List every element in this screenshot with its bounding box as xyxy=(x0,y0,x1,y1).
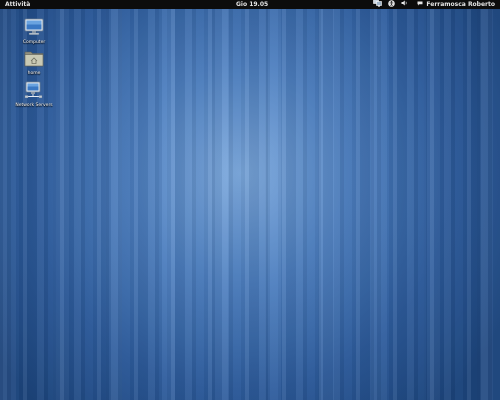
network-servers-icon xyxy=(14,81,54,103)
desktop-icon-label: Computer xyxy=(22,40,46,45)
activities-button[interactable]: Attività xyxy=(5,0,30,9)
user-menu[interactable]: Ferramosca Roberto xyxy=(417,0,495,9)
top-panel: Attività Gio 19.05 Ferramosca Roberto xyxy=(0,0,500,9)
desktop-icon-network-servers[interactable]: Network Servers xyxy=(14,81,54,109)
clock-button[interactable]: Gio 19.05 xyxy=(236,0,268,9)
desktop[interactable]: Computer home Network Servers xyxy=(0,9,500,400)
desktop-icon-label: Network Servers xyxy=(15,103,53,108)
user-name: Ferramosca Roberto xyxy=(426,1,495,8)
home-folder-icon xyxy=(14,50,54,71)
chat-bubble-icon xyxy=(417,0,423,9)
volume-icon[interactable] xyxy=(401,0,408,9)
system-tray: Ferramosca Roberto xyxy=(367,0,495,9)
desktop-icon-computer[interactable]: Computer xyxy=(14,18,54,46)
computer-icon xyxy=(14,18,54,40)
desktop-icon-home[interactable]: home xyxy=(14,50,54,77)
desktop-icon-label: home xyxy=(27,71,41,76)
